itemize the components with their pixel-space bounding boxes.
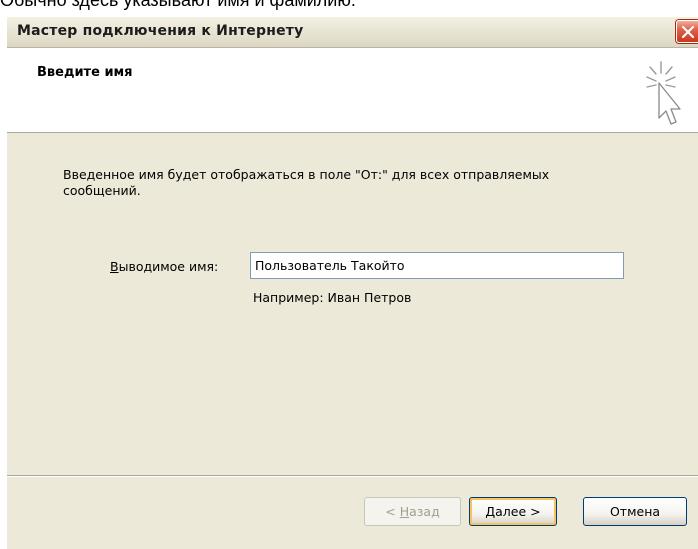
window-title: Мастер подключения к Интернету	[17, 23, 304, 39]
title-bar[interactable]: Мастер подключения к Интернету	[7, 17, 698, 48]
back-button[interactable]: < Назад	[364, 497, 461, 526]
display-name-label: Выводимое имя:	[110, 259, 218, 274]
caption-text: Обычно здесь указывают имя и фамилию.	[0, 0, 356, 10]
back-button-accel: Н	[399, 504, 410, 519]
footer-divider	[7, 475, 698, 477]
close-button[interactable]	[676, 20, 698, 43]
wizard-header: Введите имя	[7, 48, 698, 133]
dialog-body: Введите имя Введенное имя будет отобража…	[7, 48, 698, 549]
display-name-label-accel: В	[110, 259, 119, 274]
screenshot: Обычно здесь указывают имя и фамилию. Ма…	[0, 0, 698, 549]
cancel-button[interactable]: Отмена	[583, 497, 687, 526]
description-text: Введенное имя будет отображаться в поле …	[63, 167, 550, 198]
example-hint: Например: Иван Петров	[253, 290, 412, 305]
wizard-sparkle-cursor-icon	[646, 61, 681, 125]
next-button-accel: Д	[485, 504, 496, 519]
back-button-prefix: <	[385, 504, 400, 519]
back-button-label: азад	[409, 504, 440, 519]
next-button[interactable]: Далее >	[469, 497, 557, 526]
next-button-label: алее >	[495, 504, 541, 519]
close-icon	[682, 26, 694, 38]
wizard-window: Мастер подключения к Интернету Введите и…	[7, 17, 698, 549]
display-name-label-text: ыводимое имя:	[118, 259, 219, 274]
display-name-input[interactable]	[250, 252, 624, 279]
page-title: Введите имя	[37, 65, 133, 80]
